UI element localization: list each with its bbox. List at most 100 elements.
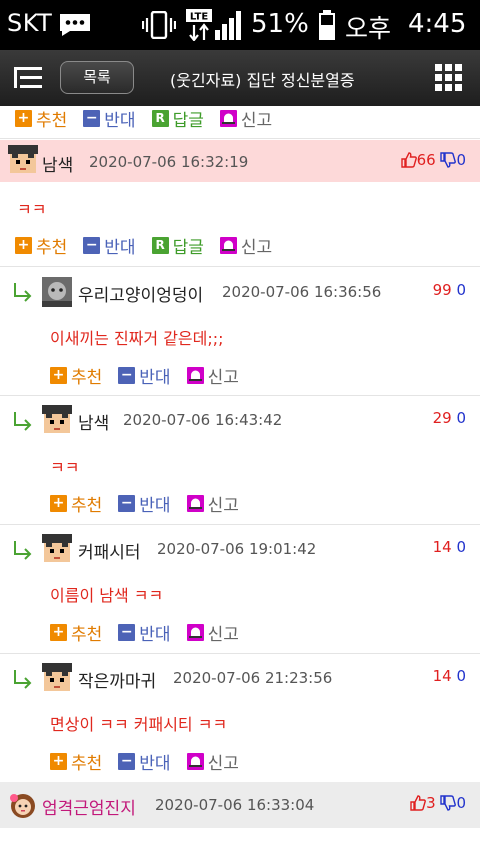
action-row: + 추천 − 반대 신고: [50, 620, 255, 645]
minus-icon: −: [118, 752, 136, 770]
siren-icon: [219, 109, 237, 127]
vote-counts: 66 0: [400, 151, 466, 169]
oppose-button[interactable]: − 반대: [118, 749, 171, 774]
carrier-label: SKT: [7, 9, 53, 37]
comment-header: 엄격근엄진지 2020-07-06 16:33:04 3 0: [0, 782, 480, 828]
action-row: + 추천 − 반대 신고: [50, 491, 255, 516]
recommend-button[interactable]: + 추천: [15, 106, 67, 131]
clock: 4:45: [408, 9, 467, 39]
reply-item: 우리고양이엉덩이 2020-07-06 16:36:56 99 0 이새끼는 진…: [0, 267, 480, 395]
reply-author[interactable]: 남색: [78, 409, 109, 434]
reply-date: 2020-07-06 16:36:56: [222, 283, 382, 301]
am-pm-label: 오후: [345, 14, 392, 43]
reply-arrow-icon: [14, 541, 32, 560]
reply-item: 작은까마귀 2020-07-06 21:23:56 14 0 면상이 ㅋㅋ 커패…: [0, 654, 480, 782]
siren-icon: [219, 236, 237, 254]
thumbs-up-icon: [400, 152, 417, 168]
reply-date: 2020-07-06 16:43:42: [123, 411, 283, 429]
oppose-button[interactable]: − 반대: [118, 363, 171, 388]
plus-icon: +: [50, 752, 67, 770]
comment-list: + 추천 − 반대 R 답글 신고 남색 2020-07-06 16:32:19 66…: [0, 106, 480, 844]
nav-bar: 목록 (웃긴자료) 집단 정신분열증: [0, 50, 480, 106]
recommend-button[interactable]: + 추천: [50, 491, 102, 516]
minus-icon: −: [83, 109, 101, 127]
reply-text: 이름이 남색 ㅋㅋ: [50, 586, 164, 605]
grid-menu-icon[interactable]: [435, 64, 463, 92]
report-button[interactable]: 신고: [186, 491, 239, 516]
siren-icon: [186, 366, 204, 384]
minus-icon: −: [118, 623, 136, 641]
report-button[interactable]: 신고: [219, 233, 272, 258]
recommend-button[interactable]: + 추천: [50, 620, 102, 645]
divider: [0, 138, 480, 139]
vibrate-icon: [142, 11, 176, 39]
avatar: [42, 277, 72, 307]
oppose-button[interactable]: − 반대: [83, 106, 136, 131]
avatar: [42, 534, 72, 562]
plus-icon: +: [50, 366, 67, 384]
reply-arrow-icon: [14, 412, 32, 431]
plus-icon: +: [50, 494, 67, 512]
comment-author[interactable]: 엄격근엄진지: [42, 794, 136, 819]
vote-counts: 99 0: [432, 281, 466, 299]
report-button[interactable]: 신고: [186, 363, 239, 388]
reply-arrow-icon: [14, 670, 32, 689]
battery-icon: [319, 10, 335, 40]
reply-date: 2020-07-06 21:23:56: [173, 669, 333, 687]
report-button[interactable]: 신고: [219, 106, 272, 131]
recommend-button[interactable]: + 추천: [50, 749, 102, 774]
plus-icon: +: [50, 623, 67, 641]
reply-author[interactable]: 작은까마귀: [78, 667, 156, 692]
minus-icon: −: [83, 236, 101, 254]
oppose-button[interactable]: − 반대: [118, 620, 171, 645]
list-button[interactable]: 목록: [60, 61, 134, 94]
vote-counts: 29 0: [432, 409, 466, 427]
report-button[interactable]: 신고: [186, 749, 239, 774]
message-icon: [60, 14, 90, 36]
reply-icon: R: [151, 109, 169, 127]
action-row: + 추천 − 반대 R 답글 신고: [15, 233, 288, 258]
plus-icon: +: [15, 236, 32, 254]
status-bar: SKT LTE 51% 오후 4:45: [0, 0, 480, 50]
comment-author[interactable]: 남색: [42, 151, 73, 176]
comment-date: 2020-07-06 16:32:19: [89, 153, 249, 171]
lte-icon: LTE: [186, 9, 212, 41]
reply-item: 커패시터 2020-07-06 19:01:42 14 0 이름이 남색 ㅋㅋ …: [0, 525, 480, 653]
reply-text: 이새끼는 진짜거 같은데;;;: [50, 329, 224, 348]
thumbs-up-icon: [410, 795, 427, 811]
avatar: [8, 145, 38, 173]
oppose-button[interactable]: − 반대: [83, 233, 136, 258]
reply-button[interactable]: R 답글: [151, 106, 204, 131]
comment-text: ㅋㅋ: [17, 200, 47, 219]
siren-icon: [186, 623, 204, 641]
minus-icon: −: [118, 366, 136, 384]
siren-icon: [186, 494, 204, 512]
reply-author[interactable]: 우리고양이엉덩이: [78, 281, 203, 306]
signal-icon: [215, 11, 241, 40]
recommend-button[interactable]: + 추천: [15, 233, 67, 258]
reply-date: 2020-07-06 19:01:42: [157, 540, 317, 558]
vote-counts: 14 0: [432, 667, 466, 685]
plus-icon: +: [15, 109, 32, 127]
siren-icon: [186, 752, 204, 770]
thumbs-down-icon: [440, 795, 457, 811]
reply-arrow-icon: [14, 283, 32, 302]
recommend-button[interactable]: + 추천: [50, 363, 102, 388]
menu-icon[interactable]: [14, 64, 44, 92]
avatar: [42, 405, 72, 433]
report-button[interactable]: 신고: [186, 620, 239, 645]
vote-counts: 3 0: [410, 794, 466, 812]
reply-text: 면상이 ㅋㅋ 커패시티 ㅋㅋ: [50, 715, 228, 734]
avatar: [10, 794, 35, 818]
page-title: (웃긴자료) 집단 정신분열증: [170, 71, 355, 90]
oppose-button[interactable]: − 반대: [118, 491, 171, 516]
battery-percent: 51%: [251, 9, 309, 39]
thumbs-down-icon: [440, 152, 457, 168]
reply-icon: R: [151, 236, 169, 254]
comment-header: 남색 2020-07-06 16:32:19 66 0: [0, 140, 480, 182]
action-row: + 추천 − 반대 신고: [50, 363, 255, 388]
reply-text: ㅋㅋ: [50, 458, 80, 477]
reply-author[interactable]: 커패시터: [78, 538, 141, 563]
reply-button[interactable]: R 답글: [151, 233, 204, 258]
svg-text:LTE: LTE: [190, 12, 209, 23]
